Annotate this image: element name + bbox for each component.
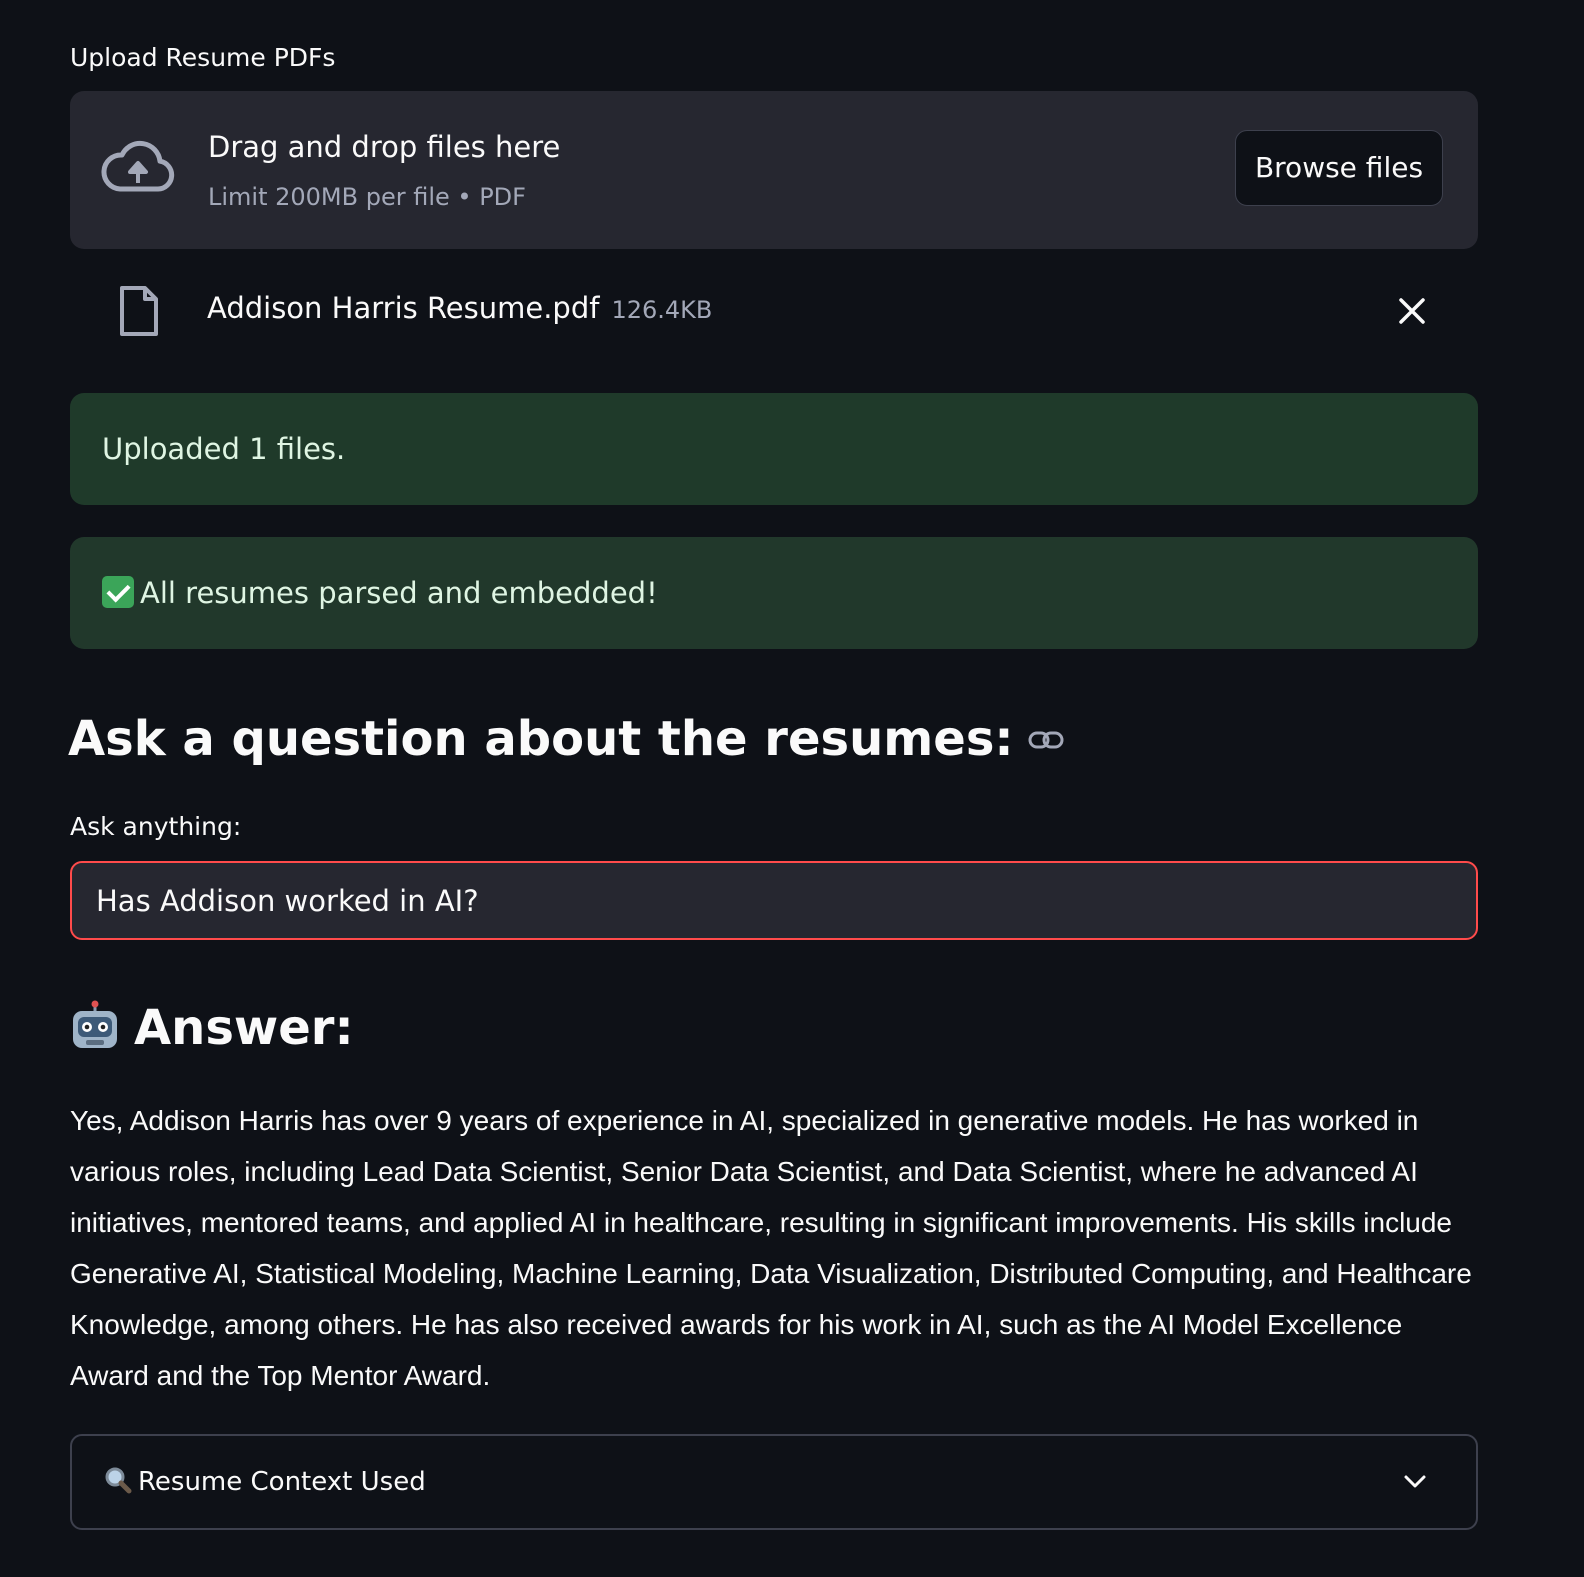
file-dropzone[interactable]: Drag and drop files here Limit 200MB per… <box>70 91 1478 249</box>
dropzone-title: Drag and drop files here <box>208 130 561 164</box>
file-name-line: Addison Harris Resume.pdf 126.4KB <box>207 288 712 330</box>
uploaded-file-item: Addison Harris Resume.pdf 126.4KB <box>70 275 1478 345</box>
parse-success-text: All resumes parsed and embedded! <box>140 576 658 610</box>
question-heading: Ask a question about the resumes: <box>68 706 1064 772</box>
cloud-upload-icon <box>101 140 175 192</box>
upload-success-text: Uploaded 1 files. <box>102 432 346 466</box>
answer-heading: Answer: <box>70 995 354 1061</box>
browse-files-button[interactable]: Browse files <box>1235 130 1443 206</box>
answer-heading-text: Answer: <box>134 1000 354 1056</box>
question-input[interactable] <box>70 861 1478 940</box>
magnifier-icon <box>105 1467 132 1494</box>
uploader-label: Upload Resume PDFs <box>70 43 336 72</box>
resume-context-expander[interactable]: Resume Context Used <box>70 1434 1478 1530</box>
expander-label-text: Resume Context Used <box>138 1467 426 1497</box>
parse-success-alert: All resumes parsed and embedded! <box>70 537 1478 649</box>
app-page: Upload Resume PDFs Drag and drop files h… <box>0 0 1584 1577</box>
link-icon[interactable] <box>1028 729 1064 751</box>
answer-text: Yes, Addison Harris has over 9 years of … <box>70 1105 1472 1391</box>
dropzone-limit-text: Limit 200MB per file • PDF <box>208 183 526 211</box>
file-icon <box>120 286 158 336</box>
file-name: Addison Harris Resume.pdf <box>207 291 600 325</box>
expander-label: Resume Context Used <box>104 1436 426 1528</box>
check-mark-icon <box>102 576 134 608</box>
file-size: 126.4KB <box>611 296 713 324</box>
robot-icon <box>73 1000 117 1048</box>
question-heading-text: Ask a question about the resumes: <box>68 711 1014 767</box>
ask-input-label: Ask anything: <box>70 812 242 841</box>
chevron-down-icon[interactable] <box>1402 1469 1428 1495</box>
upload-success-alert: Uploaded 1 files. <box>70 393 1478 505</box>
close-icon[interactable] <box>1394 293 1430 329</box>
